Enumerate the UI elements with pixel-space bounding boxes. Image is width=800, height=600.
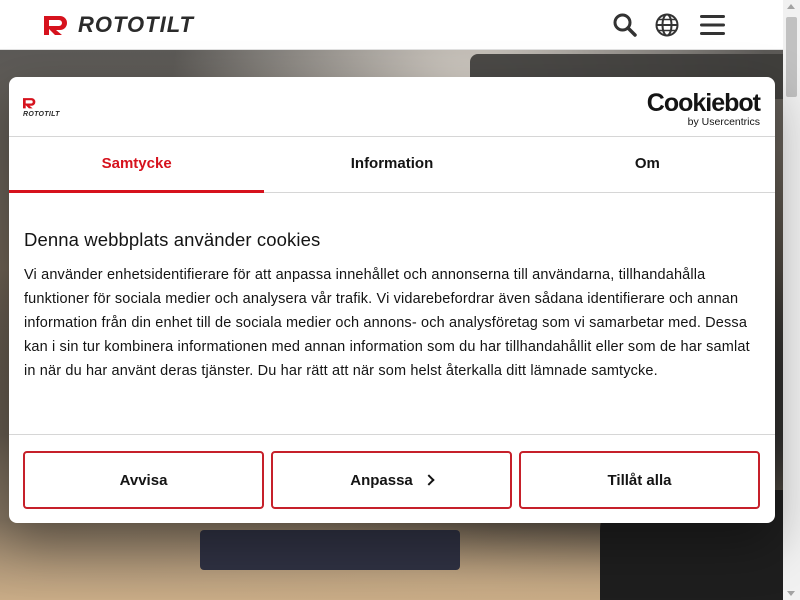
allow-all-button-label: Tillåt alla (607, 471, 672, 489)
scroll-up-icon[interactable] (787, 4, 795, 9)
dialog-footer: Avvisa Anpassa Tillåt alla (9, 434, 775, 523)
search-icon[interactable] (612, 12, 638, 38)
tab-information[interactable]: Information (264, 137, 519, 192)
dialog-header: ROTOTILT Cookiebot by Usercentrics (9, 77, 775, 137)
reject-button-label: Avvisa (119, 471, 168, 489)
rototilt-mark-icon (44, 16, 67, 35)
dialog-body: Denna webbplats använder cookies Vi anvä… (24, 229, 764, 383)
chevron-right-icon (423, 474, 435, 486)
scroll-down-icon[interactable] (787, 591, 795, 596)
dialog-title: Denna webbplats använder cookies (24, 229, 321, 250)
cookiebot-name: Cookiebot (646, 89, 761, 117)
cookie-consent-dialog: ROTOTILT Cookiebot by Usercentrics Samty… (9, 77, 775, 523)
site-logo[interactable]: ROTOTILT (44, 14, 194, 36)
allow-all-button[interactable]: Tillåt alla (519, 451, 760, 509)
globe-icon[interactable] (654, 12, 680, 38)
menu-icon[interactable] (699, 12, 725, 38)
tab-samtycke[interactable]: Samtycke (9, 137, 265, 193)
cookiebot-subtitle: by Usercentrics (687, 116, 760, 128)
page-scrollbar[interactable] (783, 0, 800, 600)
dialog-logo: ROTOTILT (23, 97, 60, 118)
hero-machine-part (200, 530, 460, 570)
site-logo-text: ROTOTILT (78, 12, 194, 37)
cookiebot-logo[interactable]: Cookiebot by Usercentrics (646, 89, 761, 128)
scroll-thumb[interactable] (786, 17, 797, 97)
reject-button[interactable]: Avvisa (23, 451, 264, 509)
customize-button-label: Anpassa (350, 471, 413, 489)
dialog-tabs: Samtycke Information Om (9, 137, 775, 193)
dialog-logo-text: ROTOTILT (23, 111, 60, 118)
rototilt-mark-icon (23, 98, 36, 109)
dialog-description: Vi använder enhetsidentifierare för att … (24, 267, 750, 379)
site-header: ROTOTILT (0, 0, 783, 50)
tab-om[interactable]: Om (520, 137, 775, 192)
customize-button[interactable]: Anpassa (271, 451, 512, 509)
